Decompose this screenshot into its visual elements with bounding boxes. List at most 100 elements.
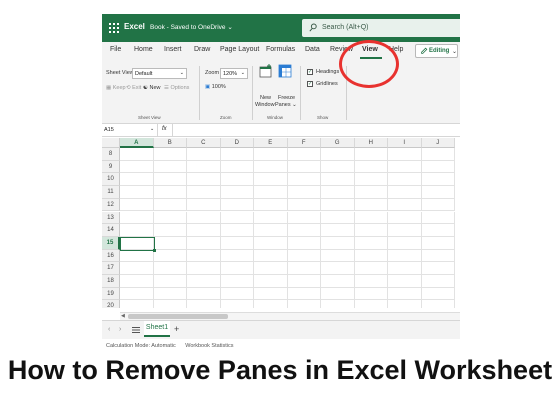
row-header-13[interactable]: 13 bbox=[102, 211, 120, 225]
tab-page-layout[interactable]: Page Layout bbox=[220, 46, 259, 53]
scroll-left-icon[interactable]: ◀ bbox=[121, 313, 125, 319]
cell-d9[interactable] bbox=[220, 160, 254, 174]
cell-c11[interactable] bbox=[187, 186, 221, 199]
cell-e20[interactable] bbox=[254, 300, 288, 308]
cell-f18[interactable] bbox=[287, 275, 321, 288]
column-header-j[interactable]: J bbox=[421, 138, 455, 148]
cell-d11[interactable] bbox=[220, 186, 254, 199]
cell-e12[interactable] bbox=[254, 198, 288, 212]
tab-draw[interactable]: Draw bbox=[194, 46, 210, 53]
cell-i13[interactable] bbox=[388, 211, 422, 225]
cell-a10[interactable] bbox=[120, 173, 154, 187]
tab-home[interactable]: Home bbox=[134, 46, 153, 53]
cell-g17[interactable] bbox=[321, 262, 355, 275]
cell-c19[interactable] bbox=[187, 287, 221, 301]
cell-h20[interactable] bbox=[355, 300, 388, 308]
cell-g19[interactable] bbox=[321, 287, 355, 301]
row-header-8[interactable]: 8 bbox=[102, 148, 120, 161]
cell-e9[interactable] bbox=[254, 160, 288, 174]
column-header-e[interactable]: E bbox=[254, 138, 288, 148]
cell-a11[interactable] bbox=[120, 186, 154, 199]
cell-d18[interactable] bbox=[220, 275, 254, 288]
cell-h8[interactable] bbox=[354, 148, 388, 161]
cell-b13[interactable] bbox=[153, 211, 187, 225]
cell-g14[interactable] bbox=[321, 224, 355, 237]
cell-h19[interactable] bbox=[354, 287, 388, 301]
cell-h18[interactable] bbox=[354, 275, 388, 288]
cell-b9[interactable] bbox=[153, 160, 187, 174]
cell-c16[interactable] bbox=[187, 249, 221, 263]
cell-e15[interactable] bbox=[254, 236, 288, 250]
cell-c17[interactable] bbox=[187, 262, 221, 275]
cell-j18[interactable] bbox=[421, 275, 455, 288]
cell-e14[interactable] bbox=[254, 224, 288, 237]
cell-d8[interactable] bbox=[220, 148, 254, 161]
cell-d17[interactable] bbox=[220, 262, 254, 275]
cell-a14[interactable] bbox=[120, 224, 154, 237]
search-box[interactable]: Search (Alt+Q) bbox=[302, 19, 460, 37]
row-header-17[interactable]: 17 bbox=[102, 262, 120, 275]
cell-d16[interactable] bbox=[220, 249, 254, 263]
cell-f10[interactable] bbox=[287, 173, 321, 187]
cell-h11[interactable] bbox=[354, 186, 388, 199]
cell-f8[interactable] bbox=[287, 148, 321, 161]
cell-i19[interactable] bbox=[388, 287, 422, 301]
cell-e11[interactable] bbox=[254, 186, 288, 199]
cell-e17[interactable] bbox=[254, 262, 288, 275]
cell-g8[interactable] bbox=[321, 148, 355, 161]
cell-f17[interactable] bbox=[287, 262, 321, 275]
cell-a12[interactable] bbox=[120, 198, 154, 212]
chevron-left-icon[interactable]: ‹ bbox=[108, 326, 110, 333]
cell-e8[interactable] bbox=[254, 148, 288, 161]
cell-b14[interactable] bbox=[153, 224, 187, 237]
column-header-g[interactable]: G bbox=[321, 138, 355, 148]
cell-i12[interactable] bbox=[388, 198, 422, 212]
cell-h16[interactable] bbox=[354, 249, 388, 263]
cell-d13[interactable] bbox=[220, 211, 254, 225]
cell-g16[interactable] bbox=[321, 249, 355, 263]
cell-b18[interactable] bbox=[153, 275, 187, 288]
fill-handle[interactable] bbox=[152, 248, 156, 252]
cell-j9[interactable] bbox=[421, 160, 455, 174]
tab-insert[interactable]: Insert bbox=[164, 46, 182, 53]
cell-e19[interactable] bbox=[254, 287, 288, 301]
cell-b16[interactable] bbox=[153, 249, 187, 263]
cell-h13[interactable] bbox=[354, 211, 388, 225]
cell-g20[interactable] bbox=[321, 300, 355, 308]
cell-g15[interactable] bbox=[321, 236, 355, 250]
row-header-19[interactable]: 19 bbox=[102, 287, 120, 301]
sheet-tab-sheet1[interactable]: Sheet1 bbox=[144, 321, 170, 337]
cell-b10[interactable] bbox=[153, 173, 187, 187]
tab-data[interactable]: Data bbox=[305, 46, 320, 53]
row-header-12[interactable]: 12 bbox=[102, 198, 120, 212]
cell-b12[interactable] bbox=[153, 198, 187, 212]
name-box[interactable]: A15 ⌄ bbox=[102, 124, 158, 136]
cell-j13[interactable] bbox=[421, 211, 455, 225]
cell-b15[interactable] bbox=[153, 236, 187, 250]
zoom-select[interactable]: 120% ⌄ bbox=[220, 68, 248, 79]
cell-c14[interactable] bbox=[187, 224, 221, 237]
select-all-corner[interactable] bbox=[102, 138, 120, 148]
row-header-9[interactable]: 9 bbox=[102, 160, 120, 174]
cell-a18[interactable] bbox=[120, 275, 154, 288]
cell-g9[interactable] bbox=[321, 160, 355, 174]
cell-b19[interactable] bbox=[153, 287, 187, 301]
column-header-a[interactable]: A bbox=[120, 138, 154, 148]
exit-button[interactable]: ⟲ Exit bbox=[126, 85, 141, 91]
cell-e18[interactable] bbox=[254, 275, 288, 288]
cell-j8[interactable] bbox=[421, 148, 455, 161]
cell-f20[interactable] bbox=[288, 300, 321, 308]
cell-i14[interactable] bbox=[388, 224, 422, 237]
cell-j11[interactable] bbox=[421, 186, 455, 199]
active-cell-outline[interactable] bbox=[120, 236, 155, 251]
app-launcher-icon[interactable] bbox=[109, 23, 119, 33]
row-header-15[interactable]: 15 bbox=[102, 236, 120, 250]
cell-j15[interactable] bbox=[421, 236, 455, 250]
cell-a9[interactable] bbox=[120, 160, 154, 174]
cell-i10[interactable] bbox=[388, 173, 422, 187]
cell-f14[interactable] bbox=[287, 224, 321, 237]
cell-f19[interactable] bbox=[287, 287, 321, 301]
options-button[interactable]: ☰ Options bbox=[164, 85, 189, 91]
cell-j12[interactable] bbox=[421, 198, 455, 212]
cell-d10[interactable] bbox=[220, 173, 254, 187]
